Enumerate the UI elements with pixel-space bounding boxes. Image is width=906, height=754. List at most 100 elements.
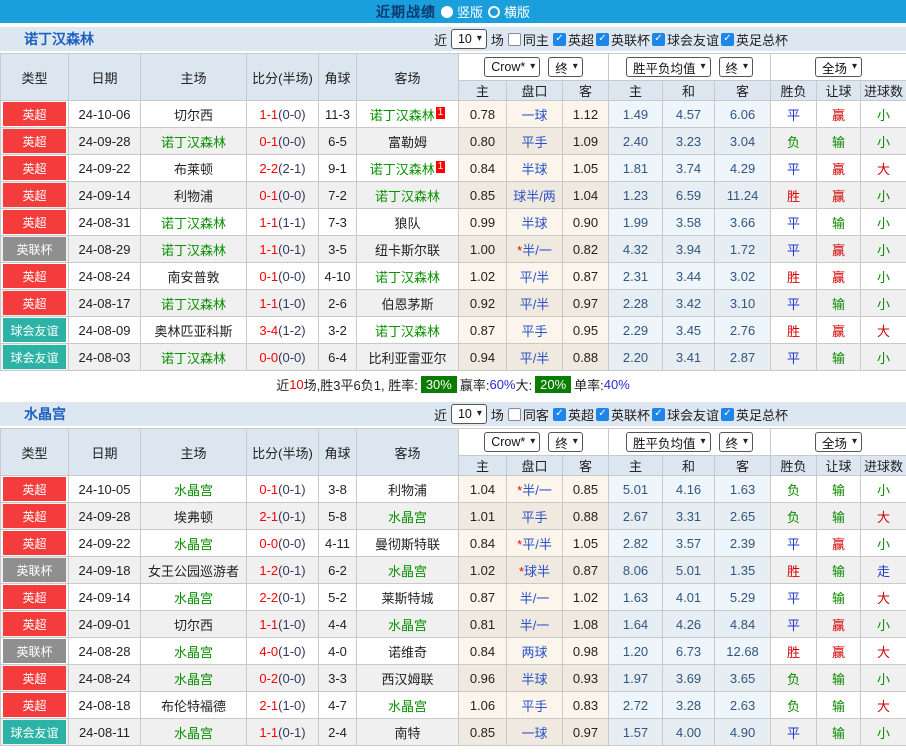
league-filter[interactable]: ✓ 英超	[552, 30, 594, 49]
away-team[interactable]: 狼队	[394, 216, 420, 231]
results-body: 英超 24-10-06 切尔西 1-1(0-0) 11-3 诺丁汉森林 1 0.7…	[0, 100, 906, 371]
home-team[interactable]: 诺丁汉森林	[161, 243, 226, 258]
league-filter-label: 球会友谊	[666, 407, 719, 423]
score-cell: 2-1(1-0)	[246, 691, 319, 719]
checkbox-checked-icon: ✓	[651, 407, 665, 421]
away-team[interactable]: 水晶宫	[388, 618, 427, 633]
away-team[interactable]: 诺丁汉森林	[375, 189, 440, 204]
league-filter[interactable]: ✓ 英联杯	[595, 30, 650, 49]
away-team[interactable]: 水晶宫	[388, 699, 427, 714]
away-team[interactable]: 利物浦	[388, 483, 427, 498]
home-team[interactable]: 诺丁汉森林	[161, 135, 226, 150]
away-team[interactable]: 西汉姆联	[381, 672, 433, 687]
home-team[interactable]: 奥林匹亚科斯	[154, 324, 232, 339]
away-team[interactable]: 诺丁汉森林	[375, 324, 440, 339]
home-team[interactable]: 女王公园巡游者	[148, 564, 239, 579]
league-cell: 英超	[0, 100, 69, 128]
corner-cell: 6-5	[318, 127, 357, 155]
home-team[interactable]: 水晶宫	[174, 483, 213, 498]
goals-cell: 大	[860, 154, 906, 182]
handicap-result-cell: 输	[816, 691, 862, 719]
odds-source-select[interactable]: Crow* ▾	[484, 432, 541, 452]
date-cell: 24-09-28	[68, 127, 141, 155]
table-row: 英超 24-10-06 切尔西 1-1(0-0) 11-3 诺丁汉森林 1 0.7…	[0, 100, 906, 128]
goals-cell: 大	[860, 316, 906, 344]
league-filter[interactable]: ✓ 英足总杯	[720, 30, 788, 49]
away-team[interactable]: 诺丁汉森林	[375, 270, 440, 285]
avg-final-select[interactable]: 终 ▾	[718, 57, 754, 77]
home-team[interactable]: 利物浦	[174, 189, 213, 204]
layout-radio-horizontal[interactable]: 横版	[488, 2, 530, 21]
home-team[interactable]: 水晶宫	[174, 537, 213, 552]
table-row: 英超 24-08-24 南安普敦 0-1(0-0) 4-10 诺丁汉森林 1.0…	[0, 262, 906, 290]
odds-source-select[interactable]: Crow* ▾	[484, 57, 541, 77]
goals-cell: 大	[860, 502, 906, 530]
home-team[interactable]: 诺丁汉森林	[161, 297, 226, 312]
away-team[interactable]: 诺丁汉森林	[370, 162, 435, 177]
league-filter[interactable]: ✓ 英超	[552, 405, 594, 424]
home-team[interactable]: 诺丁汉森林	[161, 351, 226, 366]
handicap-value: 半/一	[519, 590, 550, 606]
result-cell: 负	[770, 664, 818, 692]
home-team[interactable]: 诺丁汉森林	[161, 216, 226, 231]
date-cell: 24-10-05	[68, 475, 141, 503]
avg-home-cell: 1.57	[608, 718, 664, 746]
away-team[interactable]: 诺丁汉森林	[370, 108, 435, 123]
away-team[interactable]: 富勒姆	[388, 135, 427, 150]
away-team[interactable]: 曼彻斯特联	[375, 537, 440, 552]
home-team[interactable]: 埃弗顿	[174, 510, 213, 525]
avg-type-select[interactable]: 胜平负均值 ▾	[625, 432, 711, 452]
home-team[interactable]: 水晶宫	[174, 672, 213, 687]
home-team[interactable]: 布伦特福德	[161, 699, 226, 714]
away-team[interactable]: 水晶宫	[388, 510, 427, 525]
odds-final-select[interactable]: 终 ▾	[548, 57, 583, 77]
away-team[interactable]: 莱斯特城	[381, 591, 433, 606]
same-venue-filter[interactable]: 同主	[507, 30, 549, 49]
odds-final-select[interactable]: 终 ▾	[548, 432, 583, 452]
scope-select[interactable]: 全场 ▾	[815, 57, 863, 77]
home-team[interactable]: 南安普敦	[167, 270, 219, 285]
home-cell: 布伦特福德	[140, 691, 247, 719]
corner-cell: 2-6	[318, 289, 357, 317]
league-filter[interactable]: ✓ 球会友谊	[651, 30, 719, 49]
league-filter[interactable]: ✓ 英足总杯	[720, 405, 788, 424]
away-team[interactable]: 诺维奇	[388, 645, 427, 660]
league-filter[interactable]: ✓ 球会友谊	[651, 405, 719, 424]
recent-count-select[interactable]: 10 ▾	[450, 29, 487, 49]
away-team[interactable]: 水晶宫	[388, 564, 427, 579]
home-team[interactable]: 水晶宫	[174, 645, 213, 660]
avg-type-select[interactable]: 胜平负均值 ▾	[625, 57, 711, 77]
away-team[interactable]: 南特	[394, 726, 420, 741]
avg-final-select[interactable]: 终 ▾	[718, 432, 754, 452]
score-cell: 1-2(0-1)	[246, 556, 319, 584]
halftime-score: (0-0)	[278, 268, 306, 284]
same-venue-label: 同主	[522, 32, 549, 48]
corner-cell: 6-4	[318, 343, 357, 371]
league-filter[interactable]: ✓ 英联杯	[595, 405, 650, 424]
chevron-down-icon: ▾	[572, 61, 578, 72]
home-team[interactable]: 水晶宫	[174, 591, 213, 606]
away-team[interactable]: 纽卡斯尔联	[375, 243, 440, 258]
goals-cell: 大	[860, 637, 906, 665]
home-team[interactable]: 布莱顿	[174, 162, 213, 177]
avg-draw-cell: 4.16	[662, 475, 716, 503]
score-cell: 4-0(1-0)	[246, 637, 319, 665]
footer-stat-segment: 30%	[420, 376, 457, 393]
recent-count-select[interactable]: 10 ▾	[450, 404, 487, 424]
away-team[interactable]: 比利亚雷亚尔	[368, 351, 446, 366]
scope-select[interactable]: 全场 ▾	[815, 432, 863, 452]
home-team[interactable]: 水晶宫	[174, 726, 213, 741]
recent-count-value: 10	[457, 32, 472, 46]
home-team[interactable]: 切尔西	[174, 108, 213, 123]
layout-radio-vertical[interactable]: 竖版	[440, 2, 483, 21]
league-cell: 英超	[0, 475, 69, 503]
same-venue-filter[interactable]: 同客	[507, 405, 549, 424]
odds-home-cell: 0.99	[458, 208, 507, 236]
sub-header-handicap: 盘口	[506, 80, 563, 101]
goals-cell: 小	[860, 289, 906, 317]
away-team[interactable]: 伯恩茅斯	[381, 297, 433, 312]
date-cell: 24-09-28	[68, 502, 141, 530]
home-team[interactable]: 切尔西	[174, 618, 213, 633]
league-filters: ✓ 英超 ✓ 英联杯 ✓ 球会友谊 ✓ 英足总杯	[552, 405, 788, 424]
footer-stat-segment: 40%	[603, 377, 630, 392]
